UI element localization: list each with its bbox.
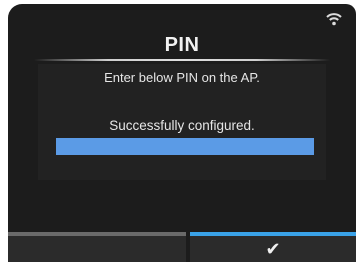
title-divider: [34, 59, 330, 61]
softkey-left[interactable]: [8, 232, 186, 262]
confirm-button[interactable]: ✔: [190, 232, 356, 262]
check-icon: ✔: [265, 238, 281, 259]
progress-bar: [56, 138, 314, 155]
instruction-text: Enter below PIN on the AP.: [104, 70, 260, 85]
wifi-icon: [326, 13, 342, 26]
page-title: PIN: [164, 34, 200, 56]
status-message: Successfully configured.: [109, 118, 255, 133]
device-screen: PIN Enter below PIN on the AP. Successfu…: [8, 4, 356, 262]
progress-bar-fill: [56, 138, 314, 155]
softkey-bar: ✔: [8, 232, 356, 262]
